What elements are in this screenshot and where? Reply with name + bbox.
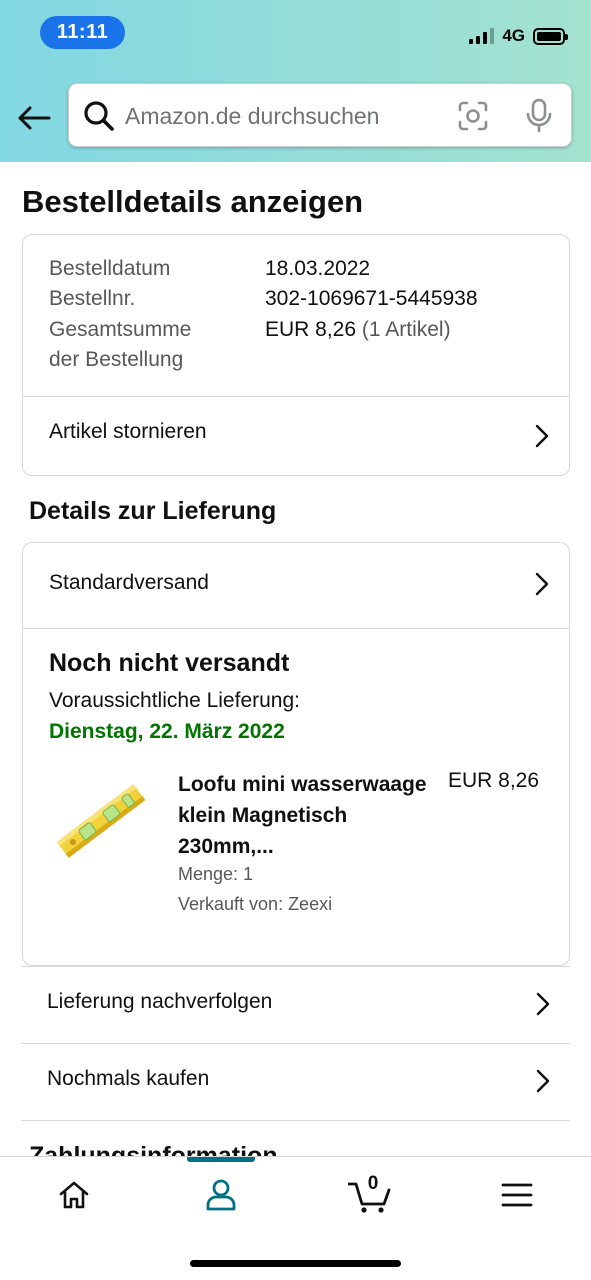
track-package-link[interactable]: Lieferung nachverfolgen: [21, 966, 570, 1043]
divider: [21, 1120, 570, 1121]
chevron-right-icon: [536, 1069, 550, 1093]
order-total-value: EUR 8,26 (1 Artikel): [265, 318, 451, 341]
header: 11:11 4G: [0, 0, 591, 162]
user-icon: [206, 1179, 236, 1211]
cancel-items-label: Artikel stornieren: [49, 420, 207, 443]
search-icon: [84, 101, 114, 131]
buy-again-label: Nochmals kaufen: [47, 1067, 210, 1090]
shipment-status: Noch nicht versandt: [49, 649, 290, 677]
order-total-label-line2: der Bestellung: [49, 348, 184, 371]
product-price: EUR 8,26: [448, 769, 540, 792]
cancel-items-link[interactable]: Artikel stornieren: [23, 397, 569, 476]
order-number-value: 302-1069671-5445938: [265, 287, 478, 310]
order-number-label: Bestellnr.: [49, 287, 136, 310]
signal-icon: [469, 28, 495, 44]
home-indicator: [190, 1260, 401, 1267]
battery-icon: [533, 27, 568, 45]
page-title: Bestelldetails anzeigen: [22, 184, 364, 219]
delivery-eta-label: Voraussichtliche Lieferung:: [49, 689, 300, 712]
delivery-section-title: Details zur Lieferung: [29, 497, 277, 525]
back-button[interactable]: [14, 98, 54, 138]
nav-active-indicator: [187, 1157, 255, 1162]
chevron-right-icon: [536, 992, 550, 1016]
nav-cart[interactable]: 0: [346, 1173, 394, 1215]
product-image[interactable]: [51, 771, 151, 871]
bottom-nav: 0: [0, 1156, 591, 1280]
product-quantity: Menge: 1: [178, 864, 254, 884]
order-summary-card: Bestelldatum 18.03.2022 Bestellnr. 302-1…: [22, 234, 570, 476]
nav-account[interactable]: [196, 1175, 246, 1215]
buy-again-link[interactable]: Nochmals kaufen: [21, 1043, 570, 1120]
delivery-eta-date: Dienstag, 22. März 2022: [49, 720, 285, 743]
arrow-left-icon: [18, 106, 51, 130]
shipping-method-link[interactable]: Standardversand: [23, 543, 569, 628]
divider: [23, 628, 569, 629]
camera-icon[interactable]: [457, 100, 489, 132]
menu-icon: [501, 1183, 533, 1207]
status-time: 11:11: [40, 16, 125, 49]
home-icon: [59, 1181, 89, 1209]
chevron-right-icon: [535, 572, 549, 596]
payment-section-title: Zahlungsinformation: [29, 1142, 278, 1156]
microphone-icon[interactable]: [524, 98, 554, 134]
order-total-items: (1 Artikel): [361, 318, 451, 341]
search-bar[interactable]: [68, 83, 572, 147]
chevron-right-icon: [535, 424, 549, 448]
main-content: Bestelldetails anzeigen Bestelldatum 18.…: [0, 162, 591, 1156]
shipping-method-label: Standardversand: [49, 571, 209, 594]
status-bar-right: 4G: [469, 26, 568, 46]
nav-home[interactable]: [49, 1175, 99, 1215]
cart-count: 0: [367, 1173, 379, 1194]
network-label: 4G: [502, 26, 525, 45]
nav-menu[interactable]: [492, 1175, 542, 1215]
order-date-label: Bestelldatum: [49, 257, 171, 280]
search-input[interactable]: [125, 98, 415, 134]
order-total-label-line1: Gesamtsumme: [49, 318, 192, 341]
delivery-card: Standardversand Noch nicht versandt Vora…: [22, 542, 570, 966]
track-package-label: Lieferung nachverfolgen: [47, 990, 273, 1013]
product-seller: Verkauft von: Zeexi: [178, 894, 333, 914]
order-date-value: 18.03.2022: [265, 257, 371, 280]
product-title-link[interactable]: Loofu mini wasserwaage klein Magnetisch …: [178, 769, 428, 862]
